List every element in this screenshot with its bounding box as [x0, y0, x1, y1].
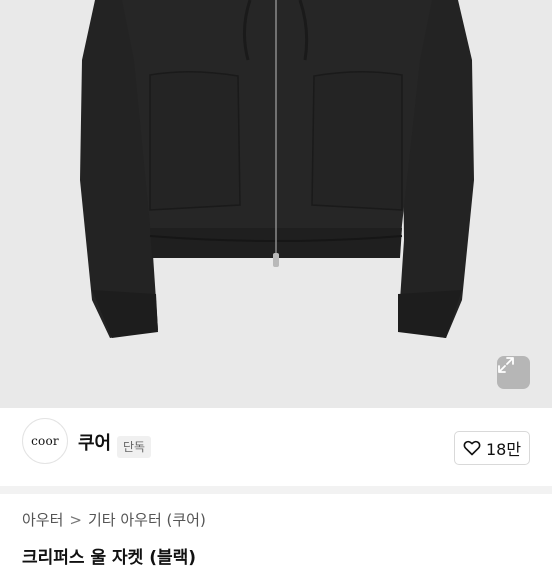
breadcrumb-item-outer[interactable]: 아우터: [22, 509, 63, 530]
breadcrumb: 아우터 > 기타 아우터 (쿠어): [22, 509, 206, 530]
jacket-photo: [80, 0, 474, 338]
seller-logo[interactable]: coor: [22, 418, 68, 464]
product-image[interactable]: [0, 0, 552, 408]
exclusive-badge: 단독: [117, 436, 152, 458]
expand-image-button[interactable]: [497, 356, 530, 389]
heart-icon: [463, 440, 481, 456]
seller-name[interactable]: 쿠어: [78, 433, 111, 455]
like-count: 18만: [485, 440, 522, 459]
section-divider: [0, 486, 552, 494]
product-title: 크리퍼스 울 자켓 (블랙): [22, 548, 197, 568]
breadcrumb-separator: >: [69, 510, 82, 529]
seller-logo-text: coor: [31, 434, 59, 448]
breadcrumb-item-other-outer[interactable]: 기타 아우터 (쿠어): [88, 509, 206, 530]
expand-icon: [498, 357, 514, 373]
like-button[interactable]: 18만: [454, 431, 530, 465]
